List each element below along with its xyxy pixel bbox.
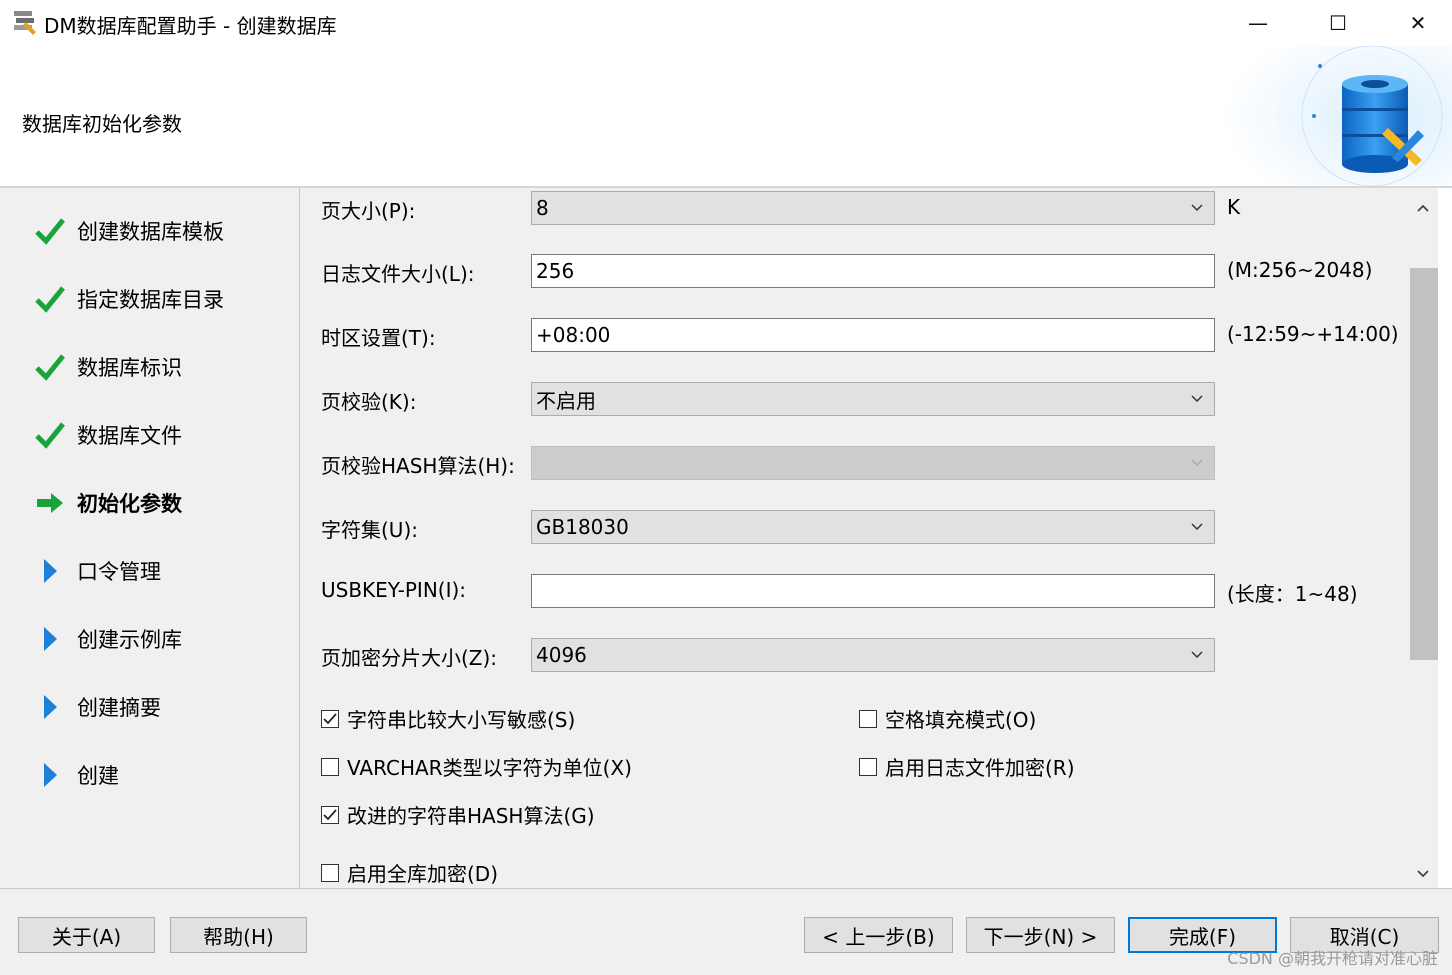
- checkbox-unchecked-icon[interactable]: [859, 709, 877, 728]
- page-check-hash-select: [531, 446, 1215, 480]
- step-label: 数据库文件: [77, 424, 182, 448]
- window-title: DM数据库配置助手 - 创建数据库: [44, 14, 337, 38]
- triangle-right-icon: [34, 691, 66, 723]
- scroll-thumb[interactable]: [1410, 268, 1438, 660]
- page-check-select[interactable]: 不启用: [531, 382, 1215, 416]
- full-encrypt-label: 启用全库加密(D): [347, 862, 499, 886]
- page-size-value: 8: [536, 196, 549, 220]
- check-icon: [34, 351, 66, 383]
- step-init-params: 初始化参数: [34, 483, 182, 523]
- chevron-down-icon: [1191, 651, 1203, 659]
- check-icon: [34, 419, 66, 451]
- page-enc-slice-select[interactable]: 4096: [531, 638, 1215, 672]
- blank-pad-checkbox[interactable]: 空格填充模式(O): [859, 704, 1036, 733]
- page-size-unit: K: [1227, 195, 1241, 219]
- scroll-down-icon[interactable]: [1415, 866, 1431, 882]
- step-db-identity: 数据库标识: [34, 347, 182, 387]
- step-label: 初始化参数: [77, 492, 182, 516]
- case-sensitive-checkbox[interactable]: 字符串比较大小写敏感(S): [321, 704, 575, 733]
- log-size-value: 256: [536, 259, 575, 283]
- step-db-files: 数据库文件: [34, 415, 182, 455]
- wizard-header: 数据库初始化参数: [0, 46, 1452, 187]
- log-size-hint: (M:256~2048): [1227, 258, 1373, 282]
- page-title: 数据库初始化参数: [22, 112, 182, 136]
- checkbox-checked-icon[interactable]: [321, 709, 339, 728]
- timezone-hint: (-12:59~+14:00): [1227, 322, 1399, 346]
- checkbox-checked-icon[interactable]: [321, 805, 339, 824]
- about-button[interactable]: 关于(A): [18, 917, 155, 953]
- title-bar: DM数据库配置助手 - 创建数据库 — ☐ ✕: [0, 0, 1452, 46]
- check-icon: [34, 283, 66, 315]
- blank-pad-label: 空格填充模式(O): [885, 708, 1037, 732]
- page-check-label: 页校验(K):: [321, 390, 417, 414]
- maximize-button[interactable]: ☐: [1308, 4, 1368, 42]
- usbkey-pin-input[interactable]: [531, 574, 1215, 608]
- step-label: 创建摘要: [77, 696, 161, 720]
- params-form: 页大小(P): 8 K 日志文件大小(L): 256 (M:256~2048) …: [300, 188, 1408, 888]
- button-bar: 关于(A) 帮助(H) < 上一步(B) 下一步(N) > 完成(F) 取消(C…: [0, 888, 1452, 975]
- step-label: 创建: [77, 764, 119, 788]
- close-button[interactable]: ✕: [1388, 4, 1448, 42]
- log-size-label: 日志文件大小(L):: [321, 262, 475, 286]
- triangle-right-icon: [34, 623, 66, 655]
- page-enc-slice-value: 4096: [536, 643, 587, 667]
- checkbox-unchecked-icon[interactable]: [321, 757, 339, 776]
- database-tools-icon: [1222, 46, 1452, 187]
- varchar-char-checkbox[interactable]: VARCHAR类型以字符为单位(X): [321, 752, 632, 781]
- arrow-right-icon: [34, 487, 66, 519]
- step-label: 创建数据库模板: [77, 220, 224, 244]
- case-sensitive-label: 字符串比较大小写敏感(S): [347, 708, 576, 732]
- charset-value: GB18030: [536, 515, 629, 539]
- minimize-button[interactable]: —: [1228, 4, 1288, 42]
- step-create-template: 创建数据库模板: [34, 211, 224, 251]
- prev-button[interactable]: < 上一步(B): [804, 917, 953, 953]
- triangle-right-icon: [34, 759, 66, 791]
- step-create: 创建: [34, 755, 119, 795]
- log-encrypt-label: 启用日志文件加密(R): [885, 756, 1075, 780]
- step-label: 创建示例库: [77, 628, 182, 652]
- chevron-down-icon: [1191, 204, 1203, 212]
- step-db-directory: 指定数据库目录: [34, 279, 224, 319]
- varchar-char-label: VARCHAR类型以字符为单位(X): [347, 756, 632, 780]
- charset-select[interactable]: GB18030: [531, 510, 1215, 544]
- step-label: 指定数据库目录: [77, 288, 224, 312]
- charset-label: 字符集(U):: [321, 518, 418, 542]
- page-check-hash-label: 页校验HASH算法(H):: [321, 454, 515, 478]
- check-icon: [34, 215, 66, 247]
- improved-hash-checkbox[interactable]: 改进的字符串HASH算法(G): [321, 800, 595, 829]
- usbkey-pin-hint: (长度：1~48): [1227, 582, 1358, 606]
- checkbox-unchecked-icon[interactable]: [321, 863, 339, 882]
- app-icon: [14, 11, 36, 35]
- triangle-right-icon: [34, 555, 66, 587]
- log-encrypt-checkbox[interactable]: 启用日志文件加密(R): [859, 752, 1075, 781]
- step-sample-db: 创建示例库: [34, 619, 182, 659]
- page-size-select[interactable]: 8: [531, 191, 1215, 225]
- help-button[interactable]: 帮助(H): [170, 917, 307, 953]
- checkbox-unchecked-icon[interactable]: [859, 757, 877, 776]
- chevron-down-icon: [1191, 395, 1203, 403]
- step-label: 口令管理: [77, 560, 161, 584]
- step-summary: 创建摘要: [34, 687, 161, 727]
- timezone-value: +08:00: [536, 323, 611, 347]
- page-enc-slice-label: 页加密分片大小(Z):: [321, 646, 498, 670]
- page-check-value: 不启用: [536, 388, 596, 413]
- wizard-steps-sidebar: 创建数据库模板 指定数据库目录 数据库标识 数据库文件 初始化参数 口令管理 创…: [0, 188, 300, 888]
- full-encrypt-checkbox[interactable]: 启用全库加密(D): [321, 858, 498, 887]
- next-button[interactable]: 下一步(N) >: [966, 917, 1115, 953]
- improved-hash-label: 改进的字符串HASH算法(G): [347, 804, 595, 828]
- log-size-input[interactable]: 256: [531, 254, 1215, 288]
- step-password: 口令管理: [34, 551, 161, 591]
- vertical-scrollbar[interactable]: [1408, 188, 1438, 888]
- page-size-label: 页大小(P):: [321, 199, 416, 223]
- timezone-label: 时区设置(T):: [321, 326, 436, 350]
- chevron-down-icon: [1191, 459, 1203, 467]
- timezone-input[interactable]: +08:00: [531, 318, 1215, 352]
- step-label: 数据库标识: [77, 356, 182, 380]
- scroll-up-icon[interactable]: [1415, 200, 1431, 216]
- usbkey-pin-label: USBKEY-PIN(I):: [321, 578, 467, 602]
- watermark-text: CSDN @朝我开枪请对准心脏: [1227, 949, 1438, 968]
- chevron-down-icon: [1191, 523, 1203, 531]
